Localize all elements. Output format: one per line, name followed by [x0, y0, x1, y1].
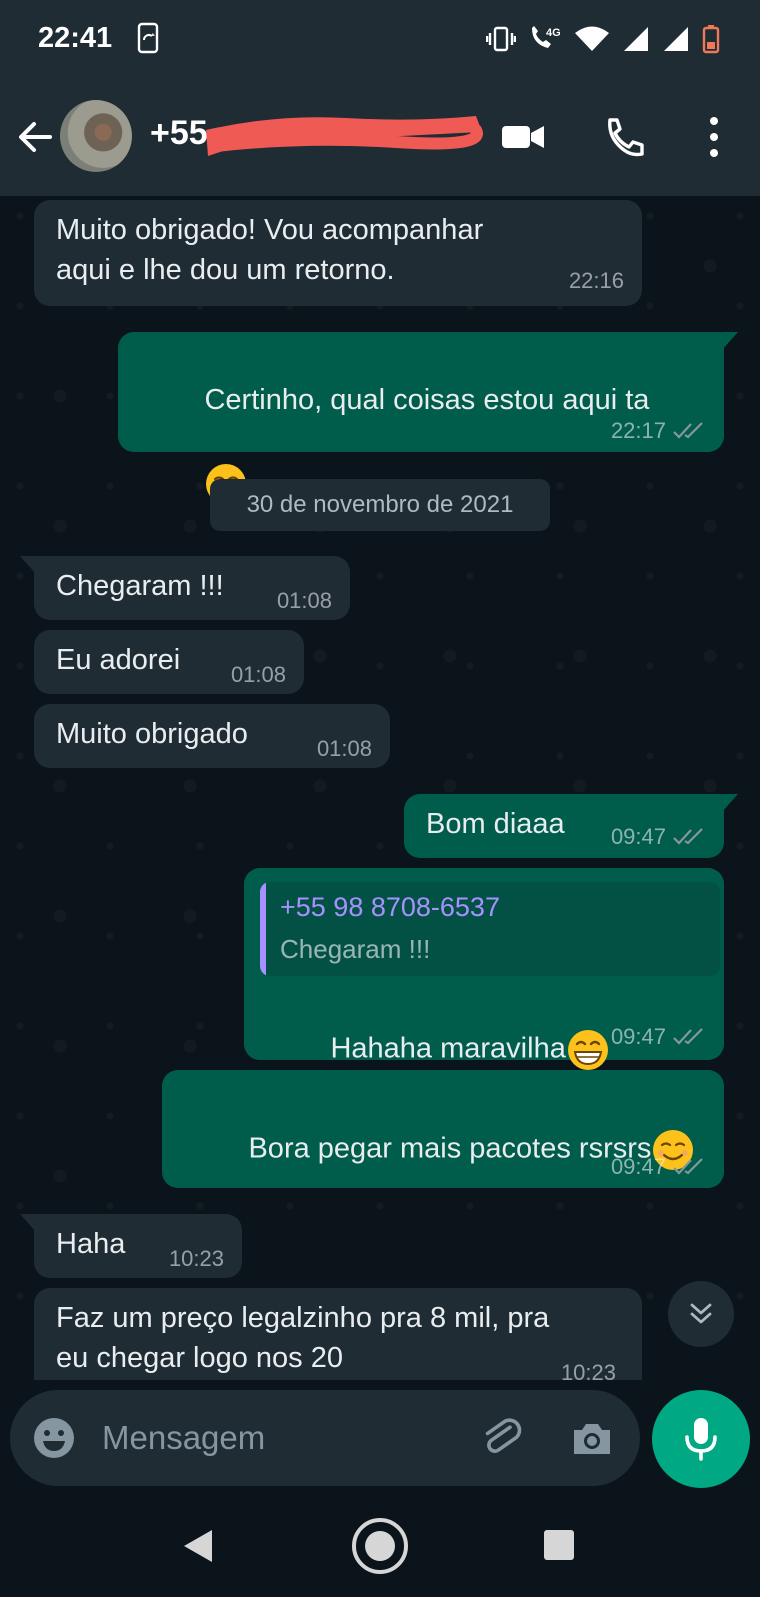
volte-call-icon: 4G — [532, 26, 561, 48]
message-incoming[interactable]: Faz um preço legalzinho pra 8 mil, pra e… — [34, 1288, 642, 1380]
message-text: Haha — [56, 1228, 126, 1260]
bubble-tail — [20, 556, 36, 574]
screen-rotate-icon — [137, 22, 159, 54]
quoted-message[interactable]: +55 98 8708-6537 Chegaram !!! — [260, 882, 720, 976]
message-time: 10:23 — [168, 1246, 224, 1271]
date-separator: 30 de novembro de 2021 — [210, 479, 550, 531]
message-text: Muito obrigado! Vou acompanhar aqui e lh… — [56, 214, 484, 286]
video-call-icon[interactable] — [500, 118, 546, 156]
message-time: 01:08 — [276, 588, 332, 613]
nav-back-icon[interactable] — [180, 1526, 216, 1566]
battery-low-icon — [702, 25, 720, 54]
message-incoming[interactable]: Eu adorei 01:08 — [34, 630, 304, 694]
message-composer — [10, 1390, 640, 1486]
system-navigation-bar — [0, 1496, 760, 1597]
emoji-icon[interactable] — [32, 1416, 76, 1460]
read-ticks-icon — [673, 422, 703, 439]
back-arrow-icon[interactable] — [14, 116, 56, 158]
chat-area[interactable]: Muito obrigado! Vou acompanhar aqui e lh… — [0, 196, 760, 1380]
message-incoming[interactable]: Muito obrigado 01:08 — [34, 704, 390, 768]
contact-avatar[interactable] — [60, 100, 132, 172]
signal-icon-1 — [624, 27, 648, 51]
voice-message-button[interactable] — [652, 1390, 750, 1488]
phone-icon[interactable] — [604, 116, 646, 158]
status-icons: 4G — [486, 22, 720, 56]
message-incoming[interactable]: Haha 10:23 — [20, 1214, 242, 1278]
read-ticks-icon — [673, 828, 703, 845]
message-input[interactable] — [102, 1416, 462, 1460]
signal-icon-2 — [664, 27, 688, 51]
vibrate-icon — [486, 26, 516, 52]
app-header: 22:41 4G +55 — [0, 0, 760, 196]
message-meta: 09:47 — [611, 1024, 706, 1050]
network-type-label: 4G — [546, 27, 561, 39]
message-time: 01:08 — [316, 736, 372, 761]
message-text: Chegaram !!! — [56, 570, 224, 602]
message-outgoing[interactable]: Certinho, qual coisas estou aqui ta 22:1… — [118, 332, 738, 504]
message-time: 01:08 — [230, 662, 286, 687]
nav-home-icon[interactable] — [350, 1516, 410, 1576]
status-time: 22:41 — [38, 22, 113, 54]
message-outgoing-reply[interactable]: +55 98 8708-6537 Chegaram !!! Hahaha mar… — [244, 868, 724, 1070]
message-incoming[interactable]: Muito obrigado! Vou acompanhar aqui e lh… — [34, 200, 642, 306]
scroll-to-bottom-button[interactable] — [668, 1281, 734, 1347]
chevron-double-down-icon — [690, 1303, 712, 1324]
bubble-tail — [722, 794, 738, 812]
message-incoming[interactable]: Chegaram !!! 01:08 — [20, 556, 350, 620]
more-vert-icon[interactable] — [700, 114, 728, 160]
message-meta: 09:47 — [611, 824, 706, 850]
message-text: Muito obrigado — [56, 718, 248, 750]
camera-icon[interactable] — [570, 1416, 614, 1460]
redaction-scribble — [206, 116, 483, 156]
attach-icon[interactable] — [478, 1414, 526, 1462]
message-text: Bora pegar mais pacotes rsrsrs — [184, 1088, 714, 1212]
wifi-icon — [575, 26, 609, 51]
nav-recents-icon[interactable] — [542, 1528, 576, 1562]
message-time: 10:23 — [560, 1360, 616, 1380]
bubble-tail — [722, 332, 738, 350]
grinning-face-emoji — [567, 1030, 608, 1070]
message-time: 22:16 — [568, 268, 624, 293]
message-meta: 09:47 — [611, 1154, 706, 1180]
whatsapp-chat-screen: 22:41 4G +55 Muito obrigado! Vou acompan… — [0, 0, 760, 1597]
quote-author: +55 98 8708-6537 — [280, 892, 500, 922]
read-ticks-icon — [673, 1158, 703, 1175]
message-outgoing[interactable]: Bom diaaa 09:47 — [404, 794, 738, 858]
message-outgoing[interactable]: Bora pegar mais pacotes rsrsrs 09:47 — [162, 1070, 724, 1188]
message-text: Faz um preço legalzinho pra 8 mil, pra e… — [56, 1302, 550, 1374]
quote-accent-bar — [260, 882, 266, 976]
bubble-tail — [20, 1214, 36, 1232]
quote-text: Chegaram !!! — [280, 934, 431, 964]
message-meta: 22:17 — [611, 418, 706, 444]
mic-icon — [685, 1418, 717, 1461]
message-text: Bom diaaa — [426, 808, 565, 840]
message-text: Eu adorei — [56, 644, 181, 676]
read-ticks-icon — [673, 1028, 703, 1045]
